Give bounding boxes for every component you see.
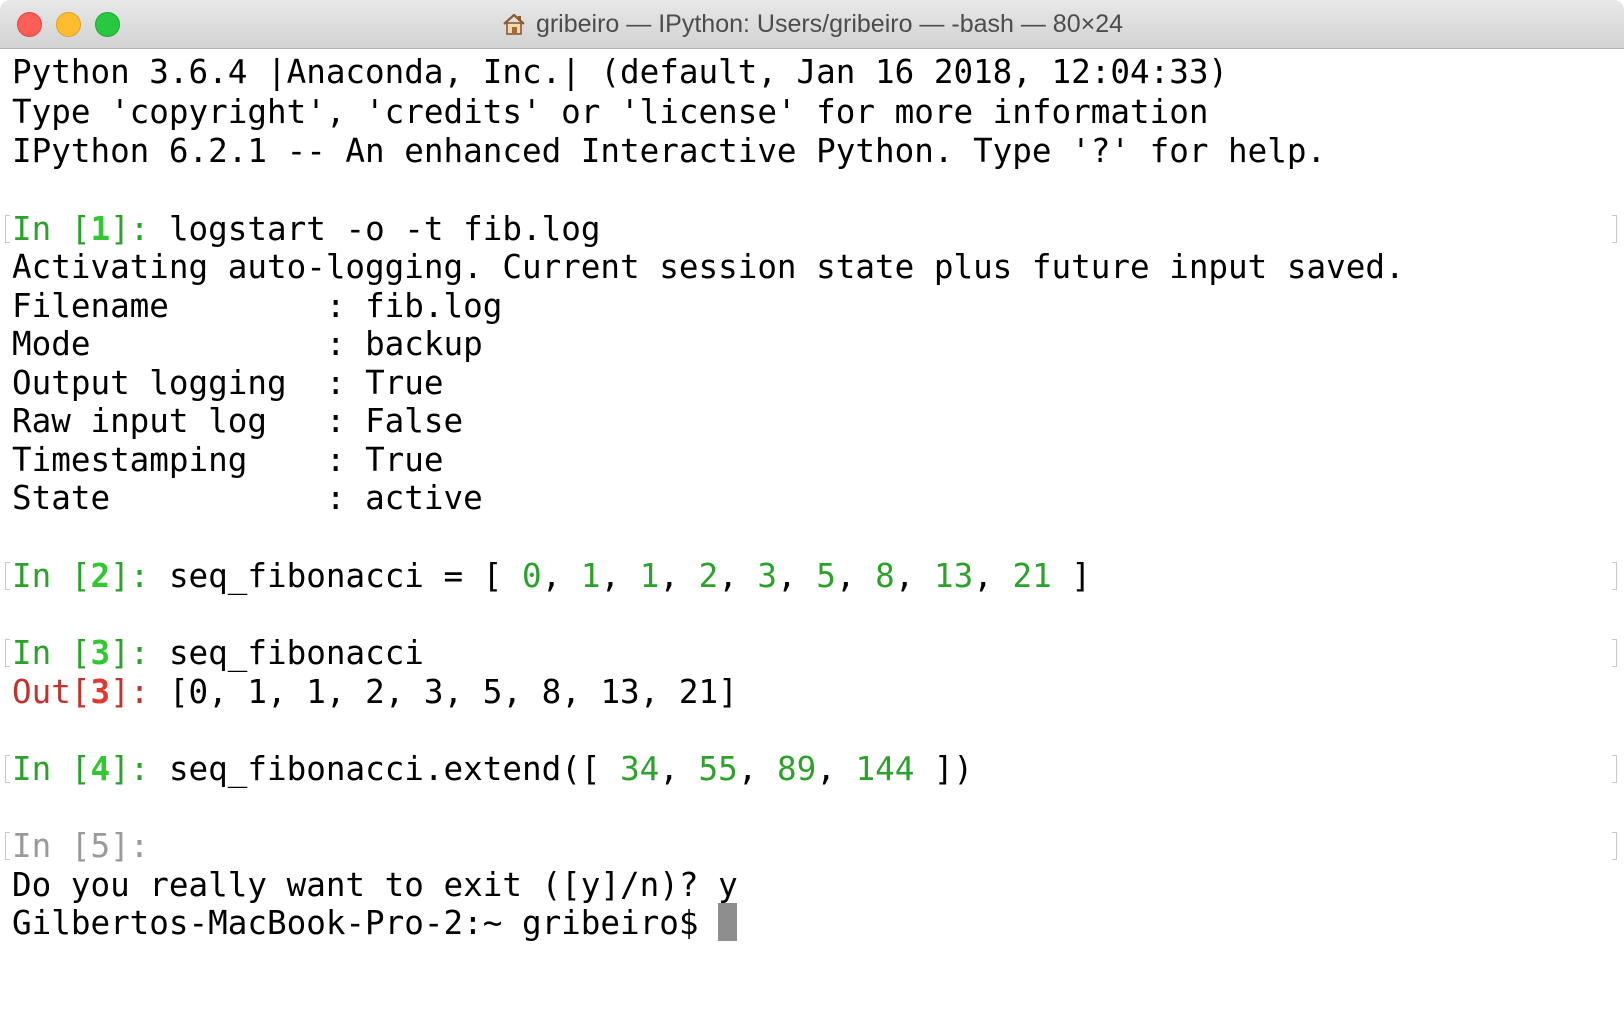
text-cursor xyxy=(718,903,738,941)
title-bar[interactable]: gribeiro — IPython: Users/gribeiro — -ba… xyxy=(0,0,1624,49)
log-setting-row: State : active xyxy=(12,479,483,517)
exit-prompt: Do you really want to exit ([y]/n)? y xyxy=(12,866,738,904)
in-prompt-number: 1 xyxy=(90,210,111,248)
log-message: Activating auto-logging. Current session… xyxy=(12,248,1405,286)
in-prompt-number: 4 xyxy=(90,750,111,788)
cell-marker-left xyxy=(5,562,10,590)
log-setting-key: Timestamping xyxy=(12,441,326,479)
number-literal: 1 xyxy=(639,557,660,595)
input-line-4: In [4]: seq_fibonacci.extend([ 34, 55, 8… xyxy=(12,749,973,789)
in-prompt: In [ xyxy=(12,750,91,788)
out-prompt-number: 3 xyxy=(90,673,111,711)
out-prompt: Out[ xyxy=(12,673,91,711)
cell-marker-left xyxy=(5,832,10,860)
banner-line: Type 'copyright', 'credits' or 'license'… xyxy=(12,93,1209,131)
number-literal: 5 xyxy=(816,557,836,595)
in-prompt-close: ]: xyxy=(110,210,169,248)
number-literal: 144 xyxy=(855,750,915,788)
in-prompt-close: ]: xyxy=(110,634,169,672)
log-setting-row: Output logging : True xyxy=(12,364,444,402)
input-code: seq_fibonacci xyxy=(168,634,424,672)
window-title-area: gribeiro — IPython: Users/gribeiro — -ba… xyxy=(0,0,1624,48)
cell-marker-right xyxy=(1612,755,1617,783)
number-literal: 0 xyxy=(521,557,542,595)
in-prompt-close: ]: xyxy=(110,750,169,788)
log-setting-value: True xyxy=(365,441,444,479)
number-literal: 55 xyxy=(698,750,738,788)
home-icon xyxy=(503,13,525,35)
log-setting-row: Raw input log : False xyxy=(12,402,464,440)
in-prompt-close: ]: xyxy=(110,557,169,595)
log-setting-value: fib.log xyxy=(365,287,503,325)
terminal-window: gribeiro — IPython: Users/gribeiro — -ba… xyxy=(0,0,1624,1024)
window-title: gribeiro — IPython: Users/gribeiro — -ba… xyxy=(535,9,1124,38)
log-setting-row: Filename : fib.log xyxy=(12,287,503,325)
in-prompt: In [ xyxy=(12,634,91,672)
code-suffix: ] xyxy=(1051,557,1091,595)
log-setting-value: active xyxy=(365,479,483,517)
output-value: [0, 1, 1, 2, 3, 5, 8, 13, 21] xyxy=(168,673,738,711)
input-line-1: In [1]: logstart -o -t fib.log xyxy=(12,209,600,249)
number-literal: 1 xyxy=(580,557,601,595)
cell-marker-right xyxy=(1612,832,1617,860)
terminal-content[interactable]: Python 3.6.4 |Anaconda, Inc.| (default, … xyxy=(0,49,1624,1024)
number-literal: 13 xyxy=(934,557,974,595)
cell-marker-right xyxy=(1612,562,1617,590)
shell-prompt: Gilbertos-MacBook-Pro-2:~ gribeiro$ xyxy=(12,904,719,942)
log-setting-row: Mode : backup xyxy=(12,325,483,363)
log-setting-value: backup xyxy=(365,325,483,363)
cell-marker-left xyxy=(5,215,10,243)
in-prompt-number: 2 xyxy=(90,557,111,595)
log-setting-key: State xyxy=(12,479,326,517)
in-prompt: In [ xyxy=(12,557,91,595)
number-list: 34, 55, 89, 144 xyxy=(620,750,915,788)
number-literal: 2 xyxy=(698,557,719,595)
banner-line: IPython 6.2.1 -- An enhanced Interactive… xyxy=(12,132,1327,170)
output-line-3: Out[3]: [0, 1, 1, 2, 3, 5, 8, 13, 21] xyxy=(12,672,738,712)
log-setting-row: Timestamping : True xyxy=(12,441,444,479)
log-setting-key: Filename xyxy=(12,287,326,325)
code-prefix: seq_fibonacci = [ xyxy=(168,557,522,595)
number-literal: 21 xyxy=(1012,557,1052,595)
number-literal: 34 xyxy=(620,750,660,788)
cell-marker-right xyxy=(1612,639,1617,667)
cell-marker-left xyxy=(5,639,10,667)
code-prefix: seq_fibonacci.extend([ xyxy=(168,750,621,788)
shell-prompt-line[interactable]: Gilbertos-MacBook-Pro-2:~ gribeiro$ xyxy=(12,903,738,943)
cell-marker-right xyxy=(1612,215,1617,243)
input-line-3: In [3]: seq_fibonacci xyxy=(12,633,424,673)
log-setting-key: Mode xyxy=(12,325,326,363)
number-literal: 8 xyxy=(875,557,895,595)
inactive-prompt: In [5]: xyxy=(12,827,169,865)
number-literal: 89 xyxy=(777,750,817,788)
number-literal: 3 xyxy=(757,557,778,595)
number-list: 0, 1, 1, 2, 3, 5, 8, 13, 21 xyxy=(521,557,1052,595)
in-prompt: In [ xyxy=(12,210,91,248)
input-code: logstart -o -t fib.log xyxy=(168,210,601,248)
log-setting-value: False xyxy=(365,402,464,440)
log-setting-value: True xyxy=(365,364,444,402)
in-prompt-number: 3 xyxy=(90,634,111,672)
cell-marker-left xyxy=(5,755,10,783)
out-prompt-close: ]: xyxy=(110,673,169,711)
log-setting-key: Output logging xyxy=(12,364,326,402)
code-suffix: ]) xyxy=(914,750,974,788)
banner-line: Python 3.6.4 |Anaconda, Inc.| (default, … xyxy=(12,53,1229,91)
log-setting-key: Raw input log xyxy=(12,402,326,440)
input-line-2: In [2]: seq_fibonacci = [ 0, 1, 1, 2, 3,… xyxy=(12,556,1091,596)
